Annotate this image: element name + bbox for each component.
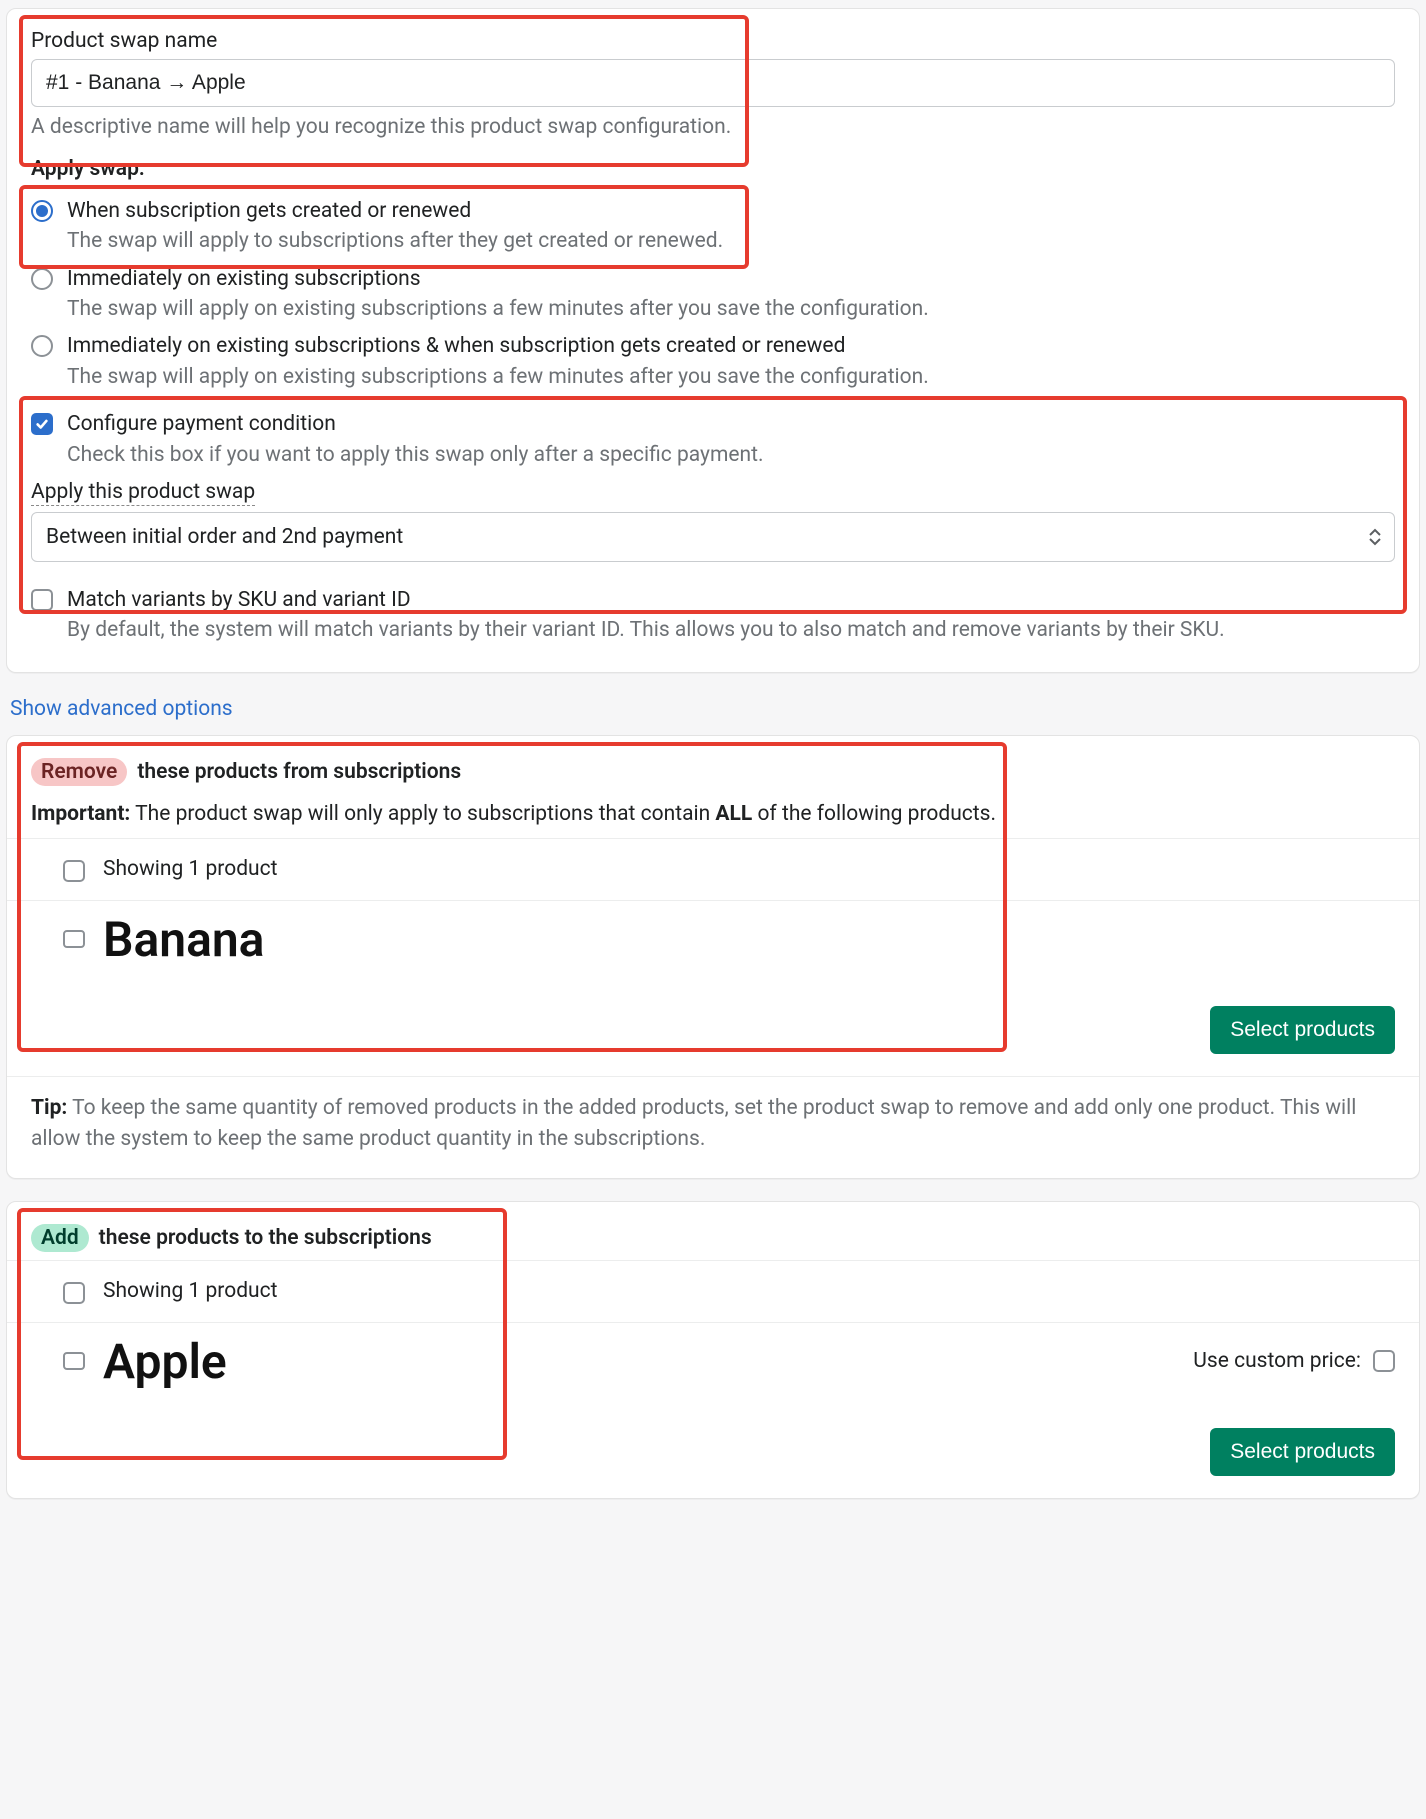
apply-option-2[interactable]: Immediately on existing subscriptions & … xyxy=(31,326,1395,394)
remove-showing-count: Showing 1 product xyxy=(103,857,277,881)
select-value: Between initial order and 2nd payment xyxy=(31,512,1395,562)
remove-product-row: Banana xyxy=(7,900,1419,990)
apply-option-1-title: Immediately on existing subscriptions xyxy=(67,265,1395,293)
match-variants-desc: By default, the system will match varian… xyxy=(67,616,1395,645)
remove-product-name: Banana xyxy=(103,911,264,968)
payment-condition-title: Configure payment condition xyxy=(67,410,1395,438)
swap-name-field: Product swap name A descriptive name wil… xyxy=(31,29,1395,139)
apply-swap-timing-label: Apply this product swap xyxy=(31,480,1395,506)
apply-option-0-desc: The swap will apply to subscriptions aft… xyxy=(67,227,1395,256)
payment-condition-row[interactable]: Configure payment condition Check this b… xyxy=(31,404,1395,472)
swap-name-help: A descriptive name will help you recogni… xyxy=(31,115,1395,139)
custom-price-checkbox[interactable] xyxy=(1373,1350,1395,1372)
chevron-updown-icon xyxy=(1369,528,1381,546)
remove-pill: Remove xyxy=(31,758,127,786)
config-card: Product swap name A descriptive name wil… xyxy=(6,8,1420,673)
add-section-title: these products to the subscriptions xyxy=(99,1226,432,1250)
remove-section-head: Remove these products from subscriptions xyxy=(7,736,1419,794)
add-list-header: Showing 1 product xyxy=(7,1260,1419,1322)
custom-price-toggle: Use custom price: xyxy=(1193,1349,1395,1373)
apply-option-1[interactable]: Immediately on existing subscriptions Th… xyxy=(31,259,1395,327)
apply-swap-timing-select[interactable]: Between initial order and 2nd payment xyxy=(31,512,1395,562)
checkbox-icon xyxy=(31,589,53,611)
add-showing-count: Showing 1 product xyxy=(103,1279,277,1303)
apply-option-2-desc: The swap will apply on existing subscrip… xyxy=(67,363,1395,392)
add-pill: Add xyxy=(31,1224,89,1252)
remove-section-title: these products from subscriptions xyxy=(137,760,461,784)
remove-products-card: Remove these products from subscriptions… xyxy=(6,735,1420,1179)
custom-price-label: Use custom price: xyxy=(1193,1349,1361,1373)
swap-name-input[interactable] xyxy=(31,59,1395,107)
select-remove-products-button[interactable]: Select products xyxy=(1210,1006,1395,1054)
swap-name-label: Product swap name xyxy=(31,29,1395,53)
show-advanced-link[interactable]: Show advanced options xyxy=(10,697,233,721)
row-checkbox[interactable] xyxy=(63,1352,85,1370)
tip-note: Tip: To keep the same quantity of remove… xyxy=(7,1076,1419,1178)
add-section-head: Add these products to the subscriptions xyxy=(7,1202,1419,1260)
apply-option-1-desc: The swap will apply on existing subscrip… xyxy=(67,295,1395,324)
remove-list-header: Showing 1 product xyxy=(7,838,1419,900)
add-product-name: Apple xyxy=(103,1333,227,1390)
apply-option-0[interactable]: When subscription gets created or renewe… xyxy=(31,191,1395,259)
select-add-products-button[interactable]: Select products xyxy=(1210,1428,1395,1476)
add-products-card: Add these products to the subscriptions … xyxy=(6,1201,1420,1499)
apply-option-2-title: Immediately on existing subscriptions & … xyxy=(67,332,1395,360)
important-note: Important: The product swap will only ap… xyxy=(7,794,1419,838)
add-product-row: Apple Use custom price: xyxy=(7,1322,1419,1412)
radio-icon xyxy=(31,335,53,357)
row-checkbox[interactable] xyxy=(63,930,85,948)
apply-option-0-title: When subscription gets created or renewe… xyxy=(67,197,1395,225)
select-all-checkbox[interactable] xyxy=(63,1282,85,1304)
select-all-checkbox[interactable] xyxy=(63,860,85,882)
radio-icon xyxy=(31,268,53,290)
checkbox-icon xyxy=(31,413,53,435)
match-variants-title: Match variants by SKU and variant ID xyxy=(67,586,1395,614)
match-variants-row[interactable]: Match variants by SKU and variant ID By … xyxy=(31,580,1395,648)
payment-condition-desc: Check this box if you want to apply this… xyxy=(67,441,1395,470)
apply-swap-label: Apply swap: xyxy=(31,157,1395,181)
radio-icon xyxy=(31,200,53,222)
